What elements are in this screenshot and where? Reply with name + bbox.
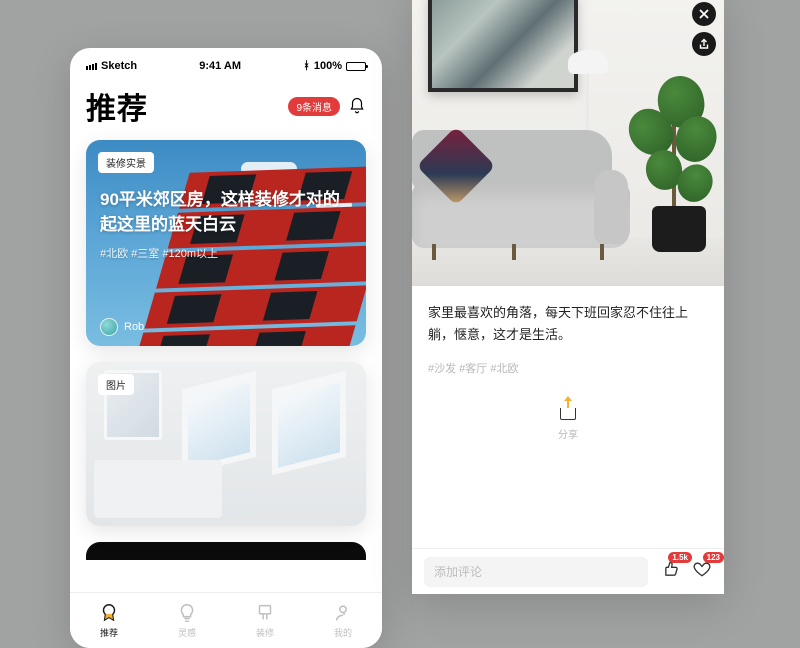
feed-card-3-peek[interactable] bbox=[86, 542, 366, 560]
bluetooth-icon: ᚼ bbox=[303, 60, 310, 72]
feed-screen: Sketch 9:41 AM ᚼ 100% 推荐 9条消息 装修实景 90平米郊… bbox=[70, 48, 382, 648]
comment-bar: 添加评论 1.5k 123 bbox=[412, 548, 724, 594]
battery-icon bbox=[346, 62, 366, 71]
detail-tags[interactable]: #沙发 #客厅 #北欧 bbox=[428, 360, 708, 376]
export-button[interactable] bbox=[692, 32, 716, 56]
tab-decorate[interactable]: 装修 bbox=[254, 602, 276, 639]
detail-hero-image bbox=[412, 0, 724, 286]
tab-inspiration[interactable]: 灵感 bbox=[176, 602, 198, 639]
comment-input[interactable]: 添加评论 bbox=[424, 557, 648, 587]
like-button[interactable]: 1.5k bbox=[660, 559, 680, 584]
tab-bar: 推荐 灵感 装修 我的 bbox=[70, 592, 382, 648]
detail-caption: 家里最喜欢的角落，每天下班回家忍不住往上躺，惬意，这才是生活。 bbox=[428, 302, 708, 346]
card-category-tag: 图片 bbox=[98, 374, 134, 395]
close-button[interactable] bbox=[692, 2, 716, 26]
share-button[interactable]: 分享 bbox=[428, 398, 708, 441]
signal-icon bbox=[86, 63, 97, 70]
author-name: Rob bbox=[124, 321, 144, 333]
avatar bbox=[100, 318, 118, 336]
detail-screen: 家里最喜欢的角落，每天下班回家忍不住往上躺，惬意，这才是生活。 #沙发 #客厅 … bbox=[412, 0, 724, 594]
tab-mine[interactable]: 我的 bbox=[332, 602, 354, 639]
battery-percent: 100% bbox=[314, 60, 342, 72]
bell-icon[interactable] bbox=[348, 97, 366, 115]
tab-recommend[interactable]: 推荐 bbox=[98, 602, 120, 639]
wall-art bbox=[428, 0, 578, 92]
header: 推荐 9条消息 bbox=[70, 76, 382, 140]
messages-badge[interactable]: 9条消息 bbox=[288, 97, 340, 116]
share-icon bbox=[557, 398, 579, 420]
like-count: 1.5k bbox=[668, 552, 692, 563]
card-author[interactable]: Rob bbox=[100, 318, 144, 336]
plant bbox=[628, 72, 718, 212]
card-tags: #北欧 #三室 #120m以上 bbox=[100, 245, 352, 261]
page-title: 推荐 bbox=[86, 84, 148, 128]
feed-card-2[interactable]: 图片 bbox=[86, 362, 366, 526]
clock: 9:41 AM bbox=[199, 60, 241, 72]
sofa bbox=[412, 130, 636, 248]
favorite-button[interactable]: 123 bbox=[692, 559, 712, 584]
lamp-icon bbox=[568, 50, 608, 74]
favorite-count: 123 bbox=[703, 552, 724, 563]
card-category-tag: 装修实景 bbox=[98, 152, 154, 173]
card-title: 90平米郊区房，这样装修才对的起这里的蓝天白云 bbox=[100, 188, 352, 237]
status-bar: Sketch 9:41 AM ᚼ 100% bbox=[70, 56, 382, 76]
feed-card-1[interactable]: 装修实景 90平米郊区房，这样装修才对的起这里的蓝天白云 #北欧 #三室 #12… bbox=[86, 140, 366, 346]
carrier-label: Sketch bbox=[101, 60, 137, 72]
